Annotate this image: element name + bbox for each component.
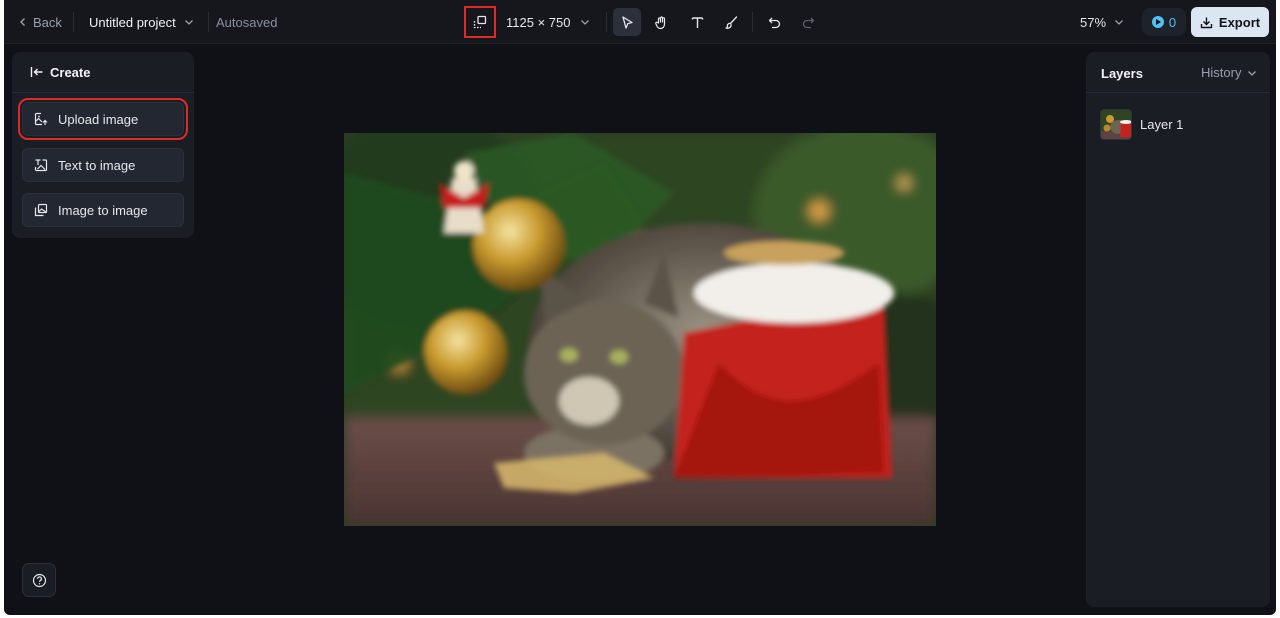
undo-button[interactable]	[760, 8, 788, 36]
credits-count: 0	[1168, 14, 1177, 30]
canvas-size: 1125 × 750	[506, 14, 571, 30]
autosave-status: Autosaved	[216, 14, 278, 30]
create-title: Create	[50, 64, 91, 80]
canvas-size-dropdown[interactable]: 1125 × 750	[506, 0, 590, 44]
image-to-image-icon	[34, 203, 48, 217]
layer-name: Layer 1	[1140, 116, 1184, 132]
hand-icon	[654, 15, 665, 29]
divider	[752, 12, 753, 32]
chevron-down-icon	[581, 20, 590, 25]
export-button[interactable]: Export	[1191, 7, 1269, 37]
divider	[208, 12, 209, 32]
help-button[interactable]	[22, 563, 56, 597]
divider	[12, 92, 194, 93]
zoom-level: 57%	[1080, 14, 1107, 30]
text-to-image-button[interactable]: Text to image	[22, 148, 184, 182]
zoom-dropdown[interactable]: 57%	[1080, 0, 1124, 44]
hand-tool[interactable]	[647, 8, 675, 36]
canvas-image[interactable]	[344, 133, 936, 526]
divider	[1086, 92, 1270, 93]
redo-button[interactable]	[794, 8, 822, 36]
text-tool[interactable]	[683, 8, 711, 36]
upload-image-button[interactable]: Upload image	[18, 98, 188, 140]
back-label: Back	[33, 14, 62, 30]
redo-icon	[802, 17, 814, 28]
image-to-image-label: Image to image	[58, 202, 148, 218]
credits-icon	[1151, 16, 1164, 28]
layers-panel: Layers History Layer 1	[1086, 52, 1270, 607]
chevron-down-icon	[1248, 70, 1257, 76]
collapse-left-icon	[30, 67, 43, 77]
editor-app: Back Untitled project Autosaved 1125 × 7…	[4, 0, 1276, 615]
image-to-image-button[interactable]: Image to image	[22, 193, 184, 227]
back-button[interactable]: Back	[18, 0, 62, 44]
project-name: Untitled project	[89, 14, 176, 30]
divider	[73, 12, 74, 32]
text-to-image-label: Text to image	[58, 157, 136, 173]
chevron-left-icon	[20, 18, 25, 26]
credits-badge[interactable]: 0	[1142, 8, 1186, 36]
resize-canvas-button[interactable]	[464, 6, 496, 38]
create-collapse-button[interactable]: Create	[30, 64, 90, 80]
chevron-down-icon	[1115, 20, 1123, 25]
text-to-image-icon	[34, 159, 48, 172]
upload-image-label: Upload image	[58, 111, 139, 127]
help-icon	[32, 573, 46, 587]
download-icon	[1200, 17, 1213, 28]
brush-icon	[724, 15, 737, 29]
layer-thumbnail	[1100, 108, 1132, 140]
top-bar: Back Untitled project Autosaved 1125 × 7…	[4, 0, 1276, 44]
undo-icon	[768, 17, 780, 28]
text-icon	[691, 16, 703, 28]
layer-item[interactable]: Layer 1	[1100, 108, 1260, 140]
history-dropdown[interactable]: History	[1201, 65, 1257, 80]
chevron-down-icon	[184, 20, 193, 25]
select-tool[interactable]	[613, 8, 641, 36]
cat-christmas-photo	[344, 133, 936, 526]
project-name-dropdown[interactable]: Untitled project	[89, 0, 194, 44]
create-panel: Create Upload image Text to image Image …	[12, 52, 194, 238]
resize-icon	[473, 15, 487, 29]
select-icon	[621, 15, 633, 29]
upload-image-icon	[34, 112, 48, 126]
export-label: Export	[1218, 14, 1261, 30]
divider	[606, 12, 607, 32]
history-label: History	[1201, 65, 1242, 80]
brush-tool[interactable]	[717, 8, 745, 36]
layers-tab[interactable]: Layers	[1101, 66, 1143, 81]
